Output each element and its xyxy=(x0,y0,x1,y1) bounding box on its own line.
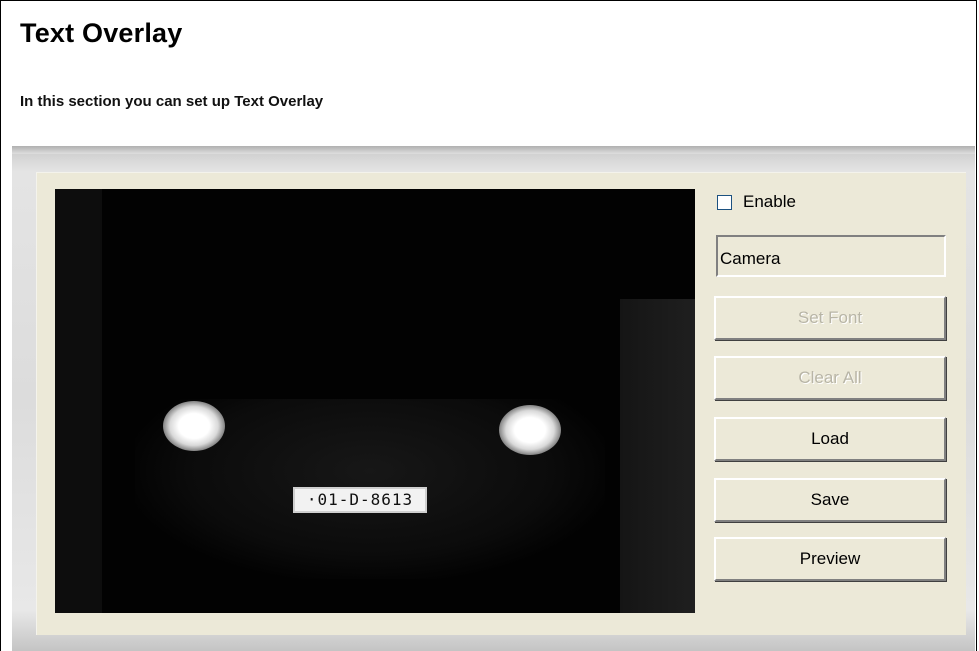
preview-left-strip xyxy=(55,189,102,613)
license-plate: ·01-D-8613 xyxy=(293,487,427,513)
page-title: Text Overlay xyxy=(20,18,183,48)
left-headlight xyxy=(163,401,225,451)
preview-button[interactable]: Preview xyxy=(714,537,946,581)
right-headlight xyxy=(499,405,561,455)
camera-preview: ·01-D-8613 xyxy=(55,189,695,613)
page-subtitle: In this section you can set up Text Over… xyxy=(20,93,324,110)
overlay-text-input[interactable] xyxy=(716,235,946,277)
set-font-button[interactable]: Set Font xyxy=(714,296,946,340)
clear-all-button[interactable]: Clear All xyxy=(714,356,946,400)
preview-wall xyxy=(620,299,695,613)
enable-label: Enable xyxy=(743,192,796,211)
save-button[interactable]: Save xyxy=(714,478,946,522)
load-button[interactable]: Load xyxy=(714,417,946,461)
enable-option[interactable]: Enable xyxy=(717,191,796,213)
enable-checkbox[interactable] xyxy=(717,194,732,210)
